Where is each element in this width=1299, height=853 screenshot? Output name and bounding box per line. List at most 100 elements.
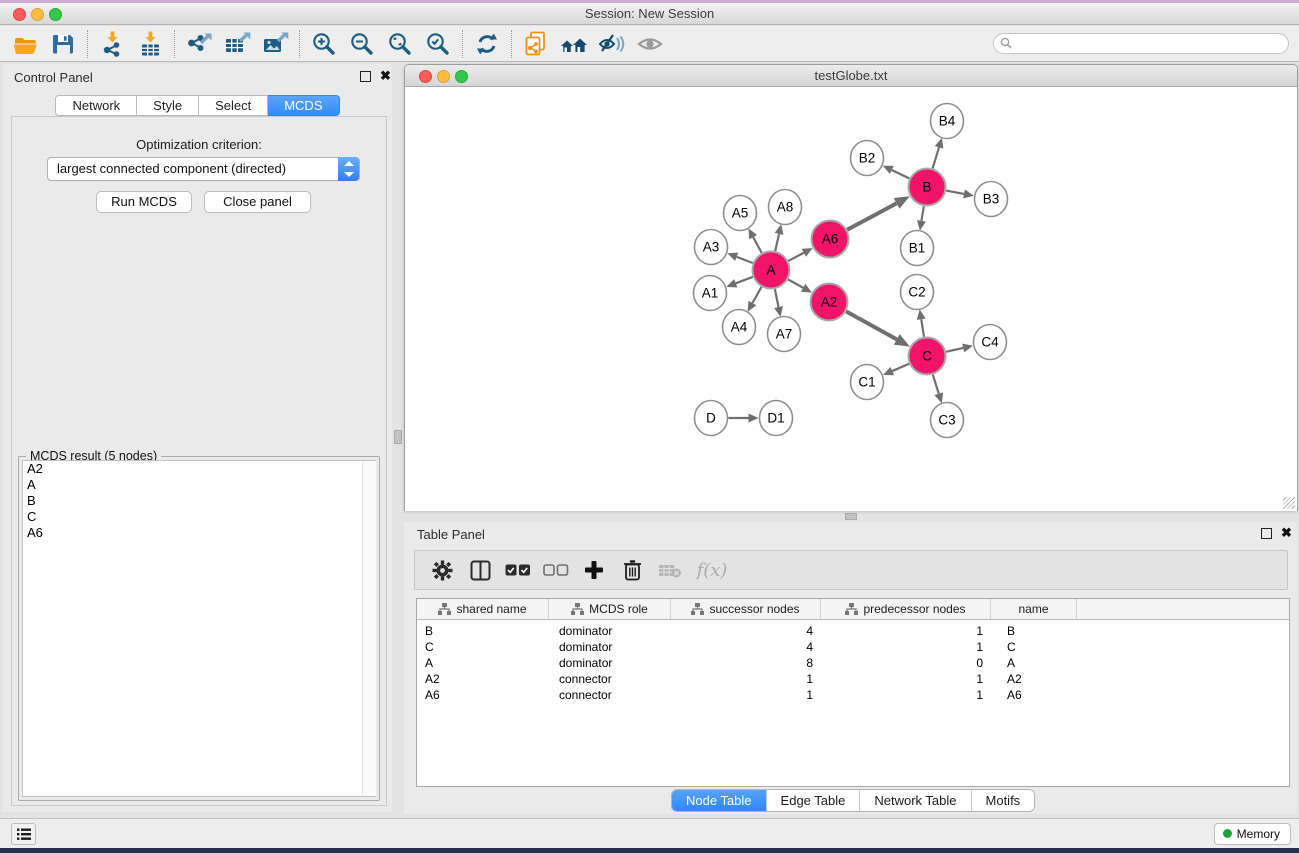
network-graph[interactable]: B4B2BB3A8A5A6A3B1AA1C2A2A4A7C4CC1C3DD1 <box>405 87 1297 511</box>
tab-node-table[interactable]: Node Table <box>672 790 766 811</box>
delete-table-button[interactable] <box>651 555 689 585</box>
graph-edge-C-C1[interactable] <box>892 364 909 371</box>
column-header-predecessor-nodes[interactable]: predecessor nodes <box>821 599 991 619</box>
show-graphics-details-button[interactable] <box>631 28 669 60</box>
graph-edge-C-C4[interactable] <box>946 348 963 352</box>
graph-edge-B-B3[interactable] <box>946 191 964 194</box>
tab-motifs[interactable]: Motifs <box>971 790 1035 811</box>
graph-edge-A-A1[interactable] <box>736 277 753 283</box>
graph-edge-A2-C[interactable] <box>846 311 897 339</box>
close-table-panel-icon[interactable]: ✖ <box>1281 525 1292 541</box>
table-row[interactable]: Bdominator41B <box>417 623 1289 639</box>
resize-grip-icon[interactable] <box>1283 497 1295 509</box>
graph-edge-A-A2[interactable] <box>788 279 803 287</box>
unselect-all-columns-button[interactable] <box>537 555 575 585</box>
run-mcds-button[interactable]: Run MCDS <box>96 191 192 213</box>
horizontal-divider-handle[interactable] <box>845 513 857 520</box>
float-table-panel-icon[interactable] <box>1261 528 1272 539</box>
optimization-criterion-select[interactable]: largest connected component (directed) <box>47 157 360 181</box>
graph-edge-A-A7[interactable] <box>775 289 779 307</box>
graph-node-A3[interactable]: A3 <box>695 230 728 265</box>
graph-node-C[interactable]: C <box>909 338 946 375</box>
graph-node-B[interactable]: B <box>909 169 946 206</box>
table-row[interactable]: A6connector11A6 <box>417 687 1289 703</box>
graph-node-C1[interactable]: C1 <box>851 365 884 400</box>
graph-node-A[interactable]: A <box>753 252 790 289</box>
table-row[interactable]: Cdominator41C <box>417 639 1289 655</box>
zoom-selected-button[interactable] <box>419 28 457 60</box>
tab-style[interactable]: Style <box>137 95 199 116</box>
apply-layout-button[interactable] <box>468 28 506 60</box>
export-table-button[interactable] <box>218 28 256 60</box>
graph-edge-C-C3[interactable] <box>933 375 939 394</box>
graph-edge-A-A3[interactable] <box>737 257 753 263</box>
vertical-divider-handle[interactable] <box>394 430 402 444</box>
tab-edge-table[interactable]: Edge Table <box>766 790 860 811</box>
result-list-scrollbar[interactable] <box>362 461 376 796</box>
table-settings-button[interactable] <box>423 555 461 585</box>
memory-button[interactable]: Memory <box>1214 823 1291 845</box>
create-column-button[interactable] <box>575 555 613 585</box>
list-item[interactable]: A <box>23 477 375 493</box>
column-header-successor-nodes[interactable]: successor nodes <box>671 599 821 619</box>
graph-node-A5[interactable]: A5 <box>724 196 757 231</box>
graph-node-B2[interactable]: B2 <box>851 141 884 176</box>
list-item[interactable]: A2 <box>23 461 375 477</box>
network-canvas[interactable]: B4B2BB3A8A5A6A3B1AA1C2A2A4A7C4CC1C3DD1 <box>405 87 1297 511</box>
show-task-history-button[interactable] <box>11 823 36 845</box>
column-header-name[interactable]: name <box>991 599 1077 619</box>
tab-network[interactable]: Network <box>55 95 137 116</box>
graph-node-B4[interactable]: B4 <box>931 104 964 139</box>
table-row[interactable]: A2connector11A2 <box>417 671 1289 687</box>
graph-node-A1[interactable]: A1 <box>694 276 727 311</box>
tab-mcds[interactable]: MCDS <box>268 95 339 116</box>
zoom-fit-button[interactable] <box>381 28 419 60</box>
graph-node-A2[interactable]: A2 <box>811 284 848 321</box>
graph-node-A4[interactable]: A4 <box>723 310 756 345</box>
graph-edge-B-B1[interactable] <box>921 206 923 221</box>
list-item[interactable]: C <box>23 509 375 525</box>
graph-node-A6[interactable]: A6 <box>812 221 849 258</box>
search-input[interactable] <box>993 33 1289 54</box>
show-column-panel-button[interactable] <box>461 555 499 585</box>
zoom-out-button[interactable] <box>343 28 381 60</box>
export-network-button[interactable] <box>180 28 218 60</box>
close-panel-button[interactable]: Close panel <box>204 191 311 213</box>
graph-node-C3[interactable]: C3 <box>931 403 964 438</box>
mcds-result-list[interactable]: A2ABCA6 <box>22 460 376 797</box>
export-image-button[interactable] <box>256 28 294 60</box>
tab-select[interactable]: Select <box>199 95 268 116</box>
function-builder-button[interactable]: f(x) <box>689 555 735 585</box>
graph-node-A7[interactable]: A7 <box>768 317 801 352</box>
graph-node-C4[interactable]: C4 <box>974 325 1007 360</box>
graph-node-D[interactable]: D <box>695 401 728 436</box>
delete-column-button[interactable] <box>613 555 651 585</box>
hide-graphics-details-button[interactable] <box>593 28 631 60</box>
graph-node-D1[interactable]: D1 <box>760 401 793 436</box>
graph-edge-A-A4[interactable] <box>752 287 761 303</box>
graph-edge-A-A6[interactable] <box>788 253 804 261</box>
graph-edge-A6-B[interactable] <box>847 203 896 229</box>
graph-node-B3[interactable]: B3 <box>975 182 1008 217</box>
graph-node-B1[interactable]: B1 <box>901 231 934 266</box>
graph-edge-A-A8[interactable] <box>775 234 779 251</box>
tab-network-table[interactable]: Network Table <box>859 790 970 811</box>
graph-edge-B-B2[interactable] <box>892 170 910 179</box>
import-network-button[interactable] <box>93 28 131 60</box>
show-network-overview-button[interactable] <box>555 28 593 60</box>
graph-edge-A-A5[interactable] <box>753 237 762 253</box>
column-header-mcds-role[interactable]: MCDS role <box>549 599 671 619</box>
graph-edge-C-C2[interactable] <box>921 319 924 337</box>
network-window-titlebar[interactable]: testGlobe.txt <box>405 65 1297 87</box>
list-item[interactable]: B <box>23 493 375 509</box>
zoom-in-button[interactable] <box>305 28 343 60</box>
open-session-button[interactable] <box>6 28 44 60</box>
table-row[interactable]: Adominator80A <box>417 655 1289 671</box>
column-header-shared-name[interactable]: shared name <box>417 599 549 619</box>
select-all-columns-button[interactable] <box>499 555 537 585</box>
graph-edge-B-B4[interactable] <box>933 147 939 168</box>
graph-node-A8[interactable]: A8 <box>769 190 802 225</box>
list-item[interactable]: A6 <box>23 525 375 541</box>
duplicate-network-button[interactable] <box>517 28 555 60</box>
close-panel-icon[interactable]: ✖ <box>380 68 391 84</box>
